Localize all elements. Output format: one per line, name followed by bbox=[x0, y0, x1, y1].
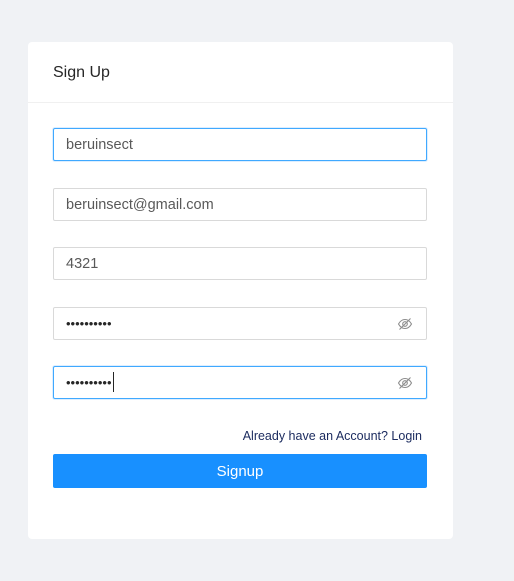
email-value: beruinsect@gmail.com bbox=[66, 196, 214, 213]
eye-invisible-icon[interactable] bbox=[397, 375, 413, 391]
confirm-password-input[interactable]: •••••••••• bbox=[53, 366, 427, 399]
phone-value: 4321 bbox=[66, 255, 99, 272]
username-value: beruinsect bbox=[66, 136, 133, 153]
password-input[interactable]: •••••••••• bbox=[53, 307, 427, 340]
eye-invisible-icon[interactable] bbox=[397, 316, 413, 332]
signup-card: Sign Up beruinsect beruinsect@gmail.com … bbox=[28, 42, 453, 539]
login-link-row: Already have an Account? Login bbox=[53, 429, 422, 443]
text-cursor bbox=[112, 371, 114, 392]
password-value: •••••••••• bbox=[66, 316, 112, 331]
username-input[interactable]: beruinsect bbox=[53, 128, 427, 161]
login-link[interactable]: Already have an Account? Login bbox=[243, 429, 422, 443]
confirm-password-value: •••••••••• bbox=[66, 375, 112, 390]
card-header: Sign Up bbox=[28, 42, 453, 103]
email-input[interactable]: beruinsect@gmail.com bbox=[53, 188, 427, 221]
signup-button[interactable]: Signup bbox=[53, 454, 427, 488]
phone-input[interactable]: 4321 bbox=[53, 247, 427, 280]
card-title: Sign Up bbox=[53, 64, 110, 81]
